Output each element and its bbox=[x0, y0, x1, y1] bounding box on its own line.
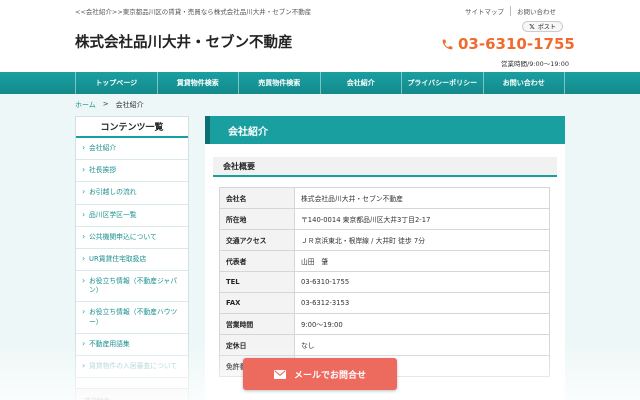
sidebar-item-greeting[interactable]: 社長挨拶 bbox=[76, 160, 188, 183]
sidebar-sub-box: 賃貸物件 bbox=[76, 388, 188, 400]
breadcrumb-current: 会社紹介 bbox=[115, 101, 144, 109]
sidebar-item-info-japan[interactable]: お役立ち情報（不動産ジャパン） bbox=[76, 271, 188, 303]
nav-sale-search[interactable]: 売買物件検索 bbox=[239, 72, 321, 94]
mail-contact-label: メールでお問合せ bbox=[293, 370, 366, 381]
phone-number[interactable]: 03-6310-1755 bbox=[441, 35, 575, 53]
row-value: 03-6312-3153 bbox=[294, 292, 550, 314]
row-value: 山田 肇 bbox=[294, 250, 550, 272]
row-label: TEL bbox=[219, 271, 295, 293]
page-title: 会社紹介 bbox=[228, 126, 268, 138]
contact-top-link[interactable]: お問い合わせ bbox=[511, 6, 562, 16]
row-value: 9:00～19:00 bbox=[294, 313, 550, 335]
site-tagline: <<会社紹介>>東京都品川区の賃貸・売買なら株式会社品川大井・セブン不動産 bbox=[75, 8, 312, 16]
breadcrumb-separator: > bbox=[102, 100, 109, 108]
top-links: サイトマップ お問い合わせ bbox=[459, 6, 562, 16]
company-info-table: 会社名 株式会社品川大井・セブン不動産 所在地 〒140-0014 東京都品川区大井… bbox=[219, 187, 550, 377]
site-title[interactable]: 株式会社品川大井・セブン不動産 bbox=[75, 31, 293, 52]
row-label: 会社名 bbox=[219, 187, 295, 209]
row-value: ＪＲ京浜東北・根岸線 / 大井町 徒歩 7分 bbox=[294, 229, 550, 251]
sidebar-item-ur-housing[interactable]: UR賃貸住宅取扱店 bbox=[76, 249, 188, 272]
table-row: TEL 03-6310-1755 bbox=[219, 271, 550, 293]
nav-contact[interactable]: お問い合わせ bbox=[484, 72, 565, 94]
sidebar-item-school-districts[interactable]: 品川区学区一覧 bbox=[76, 205, 188, 227]
sitemap-link[interactable]: サイトマップ bbox=[459, 6, 511, 16]
table-row: FAX 03-6312-3153 bbox=[219, 292, 550, 314]
table-row: 交通アクセス ＪＲ京浜東北・根岸線 / 大井町 徒歩 7分 bbox=[219, 229, 550, 251]
main-nav: トップページ 賃貸物件検索 売買物件検索 会社紹介 プライバシーポリシー お問い… bbox=[0, 72, 640, 94]
sidebar-item-public-utilities[interactable]: 公共機関申込について bbox=[76, 227, 188, 249]
row-label: 所在地 bbox=[219, 208, 295, 230]
x-post-button[interactable]: 𝕏 ポスト bbox=[522, 21, 563, 32]
row-value: 〒140-0014 東京都品川区大井3丁目2-17 bbox=[294, 208, 550, 230]
table-row: 所在地 〒140-0014 東京都品川区大井3丁目2-17 bbox=[219, 208, 550, 230]
x-logo-icon: 𝕏 bbox=[529, 22, 535, 31]
sidebar: コンテンツ一覧 会社紹介 社長挨拶 お引越しの流れ 品川区学区一覧 公共機関申込… bbox=[75, 116, 189, 400]
mail-contact-button[interactable]: メールでお問合せ bbox=[243, 358, 397, 390]
sidebar-title: コンテンツ一覧 bbox=[76, 117, 188, 138]
breadcrumb-home[interactable]: ホーム bbox=[75, 100, 96, 110]
nav-rental-search[interactable]: 賃貸物件検索 bbox=[158, 72, 239, 94]
row-value: 株式会社品川大井・セブン不動産 bbox=[294, 187, 550, 209]
sidebar-item-company[interactable]: 会社紹介 bbox=[76, 138, 188, 161]
sidebar-item-glossary[interactable]: 不動産用語集 bbox=[76, 334, 188, 356]
table-row: 会社名 株式会社品川大井・セブン不動産 bbox=[219, 187, 550, 209]
nav-privacy-policy[interactable]: プライバシーポリシー bbox=[402, 72, 484, 94]
sidebar-item-info-howto[interactable]: お役立ち情報（不動産ハウツー） bbox=[76, 302, 188, 334]
table-row: 代表者 山田 肇 bbox=[219, 250, 550, 272]
nav-top-page[interactable]: トップページ bbox=[75, 72, 158, 94]
nav-company[interactable]: 会社紹介 bbox=[321, 72, 402, 94]
sidebar-item-screening[interactable]: 賃貸物件の入居審査について bbox=[76, 356, 188, 379]
row-label: 代表者 bbox=[219, 250, 295, 272]
row-label: 交通アクセス bbox=[219, 229, 295, 251]
row-value: なし bbox=[294, 334, 550, 356]
business-hours: 営業時間/9:00～19:00 bbox=[501, 60, 570, 68]
table-row: 定休日 なし bbox=[219, 334, 550, 356]
page-title-bar: 会社紹介 bbox=[205, 116, 565, 144]
table-row: 営業時間 9:00～19:00 bbox=[219, 313, 550, 335]
sidebar-item-moving-flow[interactable]: お引越しの流れ bbox=[76, 182, 188, 205]
sidebar-list: 会社紹介 社長挨拶 お引越しの流れ 品川区学区一覧 公共機関申込について UR賃… bbox=[76, 138, 188, 379]
phone-number-text: 03-6310-1755 bbox=[458, 35, 575, 53]
row-label: FAX bbox=[219, 292, 295, 314]
row-value: 03-6310-1755 bbox=[294, 271, 550, 293]
row-label: 定休日 bbox=[219, 334, 295, 356]
mail-icon bbox=[273, 369, 286, 379]
phone-icon bbox=[442, 39, 453, 49]
breadcrumb: ホーム > 会社紹介 bbox=[75, 100, 144, 110]
top-strip: <<会社紹介>>東京都品川区の賃貸・売買なら株式会社品川大井・セブン不動産 サイ… bbox=[0, 0, 640, 20]
section-title: 会社概要 bbox=[213, 157, 557, 177]
row-label: 営業時間 bbox=[219, 313, 295, 335]
x-post-label: ポスト bbox=[537, 24, 556, 31]
